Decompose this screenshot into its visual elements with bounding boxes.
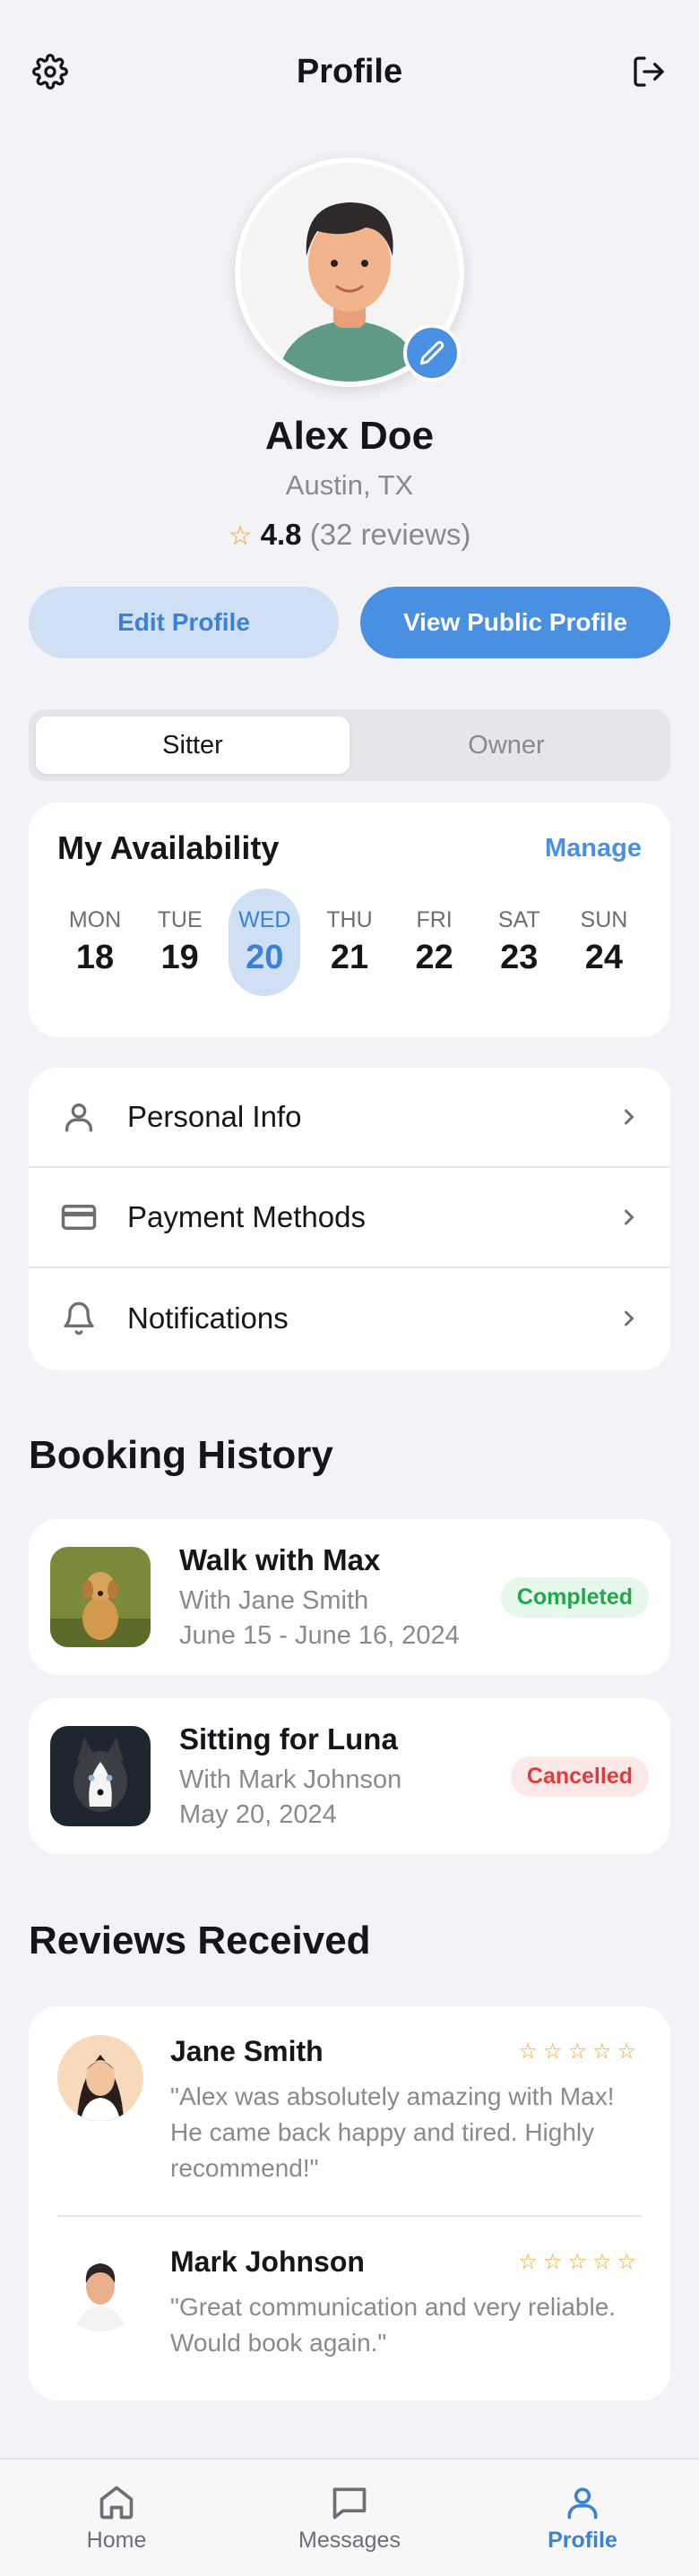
star-rating: ☆☆☆☆☆ [518, 2250, 642, 2274]
booking-title: Walk with Max [179, 1543, 381, 1576]
availability-title: My Availability [57, 829, 280, 866]
credit-card-icon [57, 1196, 100, 1239]
star-icon: ☆ [228, 521, 253, 551]
availability-card: My Availability Manage MON 18 TUE 19 WED 20… [29, 803, 670, 1037]
profile-avatar-container [235, 158, 464, 387]
review-body: Mark Johnson ☆☆☆☆☆ "Great communication … [170, 2245, 642, 2361]
person-icon [57, 1095, 100, 1138]
reviewer-name: Mark Johnson [170, 2245, 365, 2278]
booking-card[interactable]: Walk with Max With Jane Smith June 15 - … [29, 1519, 670, 1675]
settings-menu: Personal Info Payment Methods Notificati… [29, 1068, 670, 1370]
profile-name: Alex Doe [264, 414, 435, 458]
tab-label: Home [86, 2527, 147, 2553]
menu-item-payment-methods[interactable]: Payment Methods [29, 1168, 670, 1268]
day-sat[interactable]: SAT 23 [483, 889, 555, 996]
booking-dates: June 15 - June 16, 2024 [179, 1621, 460, 1650]
reviews-title: Reviews Received [29, 1919, 371, 1962]
star-rating: ☆☆☆☆☆ [518, 2039, 642, 2064]
booking-history-title: Booking History [29, 1433, 333, 1477]
status-badge: Cancelled [510, 1756, 649, 1797]
view-public-profile-button[interactable]: View Public Profile [360, 587, 670, 658]
day-tue[interactable]: TUE 19 [144, 889, 216, 996]
reviewer-avatar [57, 2245, 143, 2331]
tab-profile[interactable]: Profile [466, 2460, 699, 2576]
reviewer-avatar [57, 2035, 143, 2121]
review-text: "Great communication and very reliable. … [170, 2293, 617, 2357]
edit-avatar-button[interactable] [403, 324, 461, 382]
booking-info: Sitting for Luna With Mark Johnson May 2… [179, 1722, 511, 1830]
booking-with: With Mark Johnson [179, 1765, 402, 1794]
tab-label: Profile [548, 2527, 617, 2553]
segment-sitter[interactable]: Sitter [36, 717, 350, 774]
page-title: Profile [296, 52, 403, 90]
tab-label: Messages [298, 2527, 401, 2553]
menu-item-notifications[interactable]: Notifications [29, 1268, 670, 1369]
rating-score: 4.8 [260, 518, 302, 551]
booking-info: Walk with Max With Jane Smith June 15 - … [179, 1543, 501, 1651]
header: Profile [0, 0, 699, 143]
bell-icon [57, 1297, 100, 1340]
menu-item-label: Notifications [127, 1301, 289, 1335]
pencil-icon [419, 340, 444, 365]
chevron-right-icon [625, 1209, 634, 1225]
reviews-card: Jane Smith ☆☆☆☆☆ "Alex was absolutely am… [29, 2006, 670, 2400]
profile-actions: Edit Profile View Public Profile [29, 587, 670, 658]
booking-with: With Jane Smith [179, 1586, 369, 1615]
review-item: Mark Johnson ☆☆☆☆☆ "Great communication … [57, 2215, 642, 2361]
day-fri[interactable]: FRI 22 [399, 889, 470, 996]
review-body: Jane Smith ☆☆☆☆☆ "Alex was absolutely am… [170, 2035, 642, 2186]
segment-owner[interactable]: Owner [350, 717, 663, 774]
status-badge: Completed [500, 1576, 649, 1618]
bottom-tab-bar: Home Messages Profile [0, 2458, 699, 2576]
tab-messages[interactable]: Messages [233, 2460, 466, 2576]
booking-dates: May 20, 2024 [179, 1800, 337, 1829]
reviewer-name: Jane Smith [170, 2035, 324, 2067]
profile-rating: ☆ 4.8 (32 reviews) [0, 518, 699, 552]
person-icon [567, 2487, 598, 2519]
menu-item-label: Payment Methods [127, 1200, 366, 1233]
chat-icon [332, 2487, 367, 2519]
review-text: "Alex was absolutely amazing with Max! H… [170, 2082, 615, 2182]
tab-home[interactable]: Home [0, 2460, 233, 2576]
week-days: MON 18 TUE 19 WED 20 THU 21 FRI 22 SAT 23 SUN 2… [57, 889, 642, 996]
role-segmented-control: Sitter Owner [29, 709, 670, 781]
booking-title: Sitting for Luna [179, 1722, 398, 1756]
day-mon[interactable]: MON 18 [59, 889, 131, 996]
day-sun[interactable]: SUN 24 [568, 889, 640, 996]
manage-availability-link[interactable]: Manage [545, 834, 642, 863]
gear-icon[interactable] [29, 50, 72, 93]
review-item: Jane Smith ☆☆☆☆☆ "Alex was absolutely am… [57, 2006, 642, 2186]
logout-icon[interactable] [627, 50, 670, 93]
pet-photo-husky [50, 1726, 151, 1826]
chevron-right-icon [625, 1109, 634, 1125]
pet-photo-dog [50, 1547, 151, 1647]
menu-item-personal-info[interactable]: Personal Info [29, 1068, 670, 1168]
profile-location: Austin, TX [285, 469, 414, 501]
day-wed[interactable]: WED 20 [229, 889, 301, 996]
home-icon [99, 2486, 134, 2519]
reviews-count: (32 reviews) [309, 518, 471, 551]
chevron-right-icon [625, 1310, 634, 1327]
booking-card[interactable]: Sitting for Luna With Mark Johnson May 2… [29, 1698, 670, 1854]
menu-item-label: Personal Info [127, 1100, 302, 1133]
edit-profile-button[interactable]: Edit Profile [29, 587, 339, 658]
day-thu[interactable]: THU 21 [314, 889, 385, 996]
